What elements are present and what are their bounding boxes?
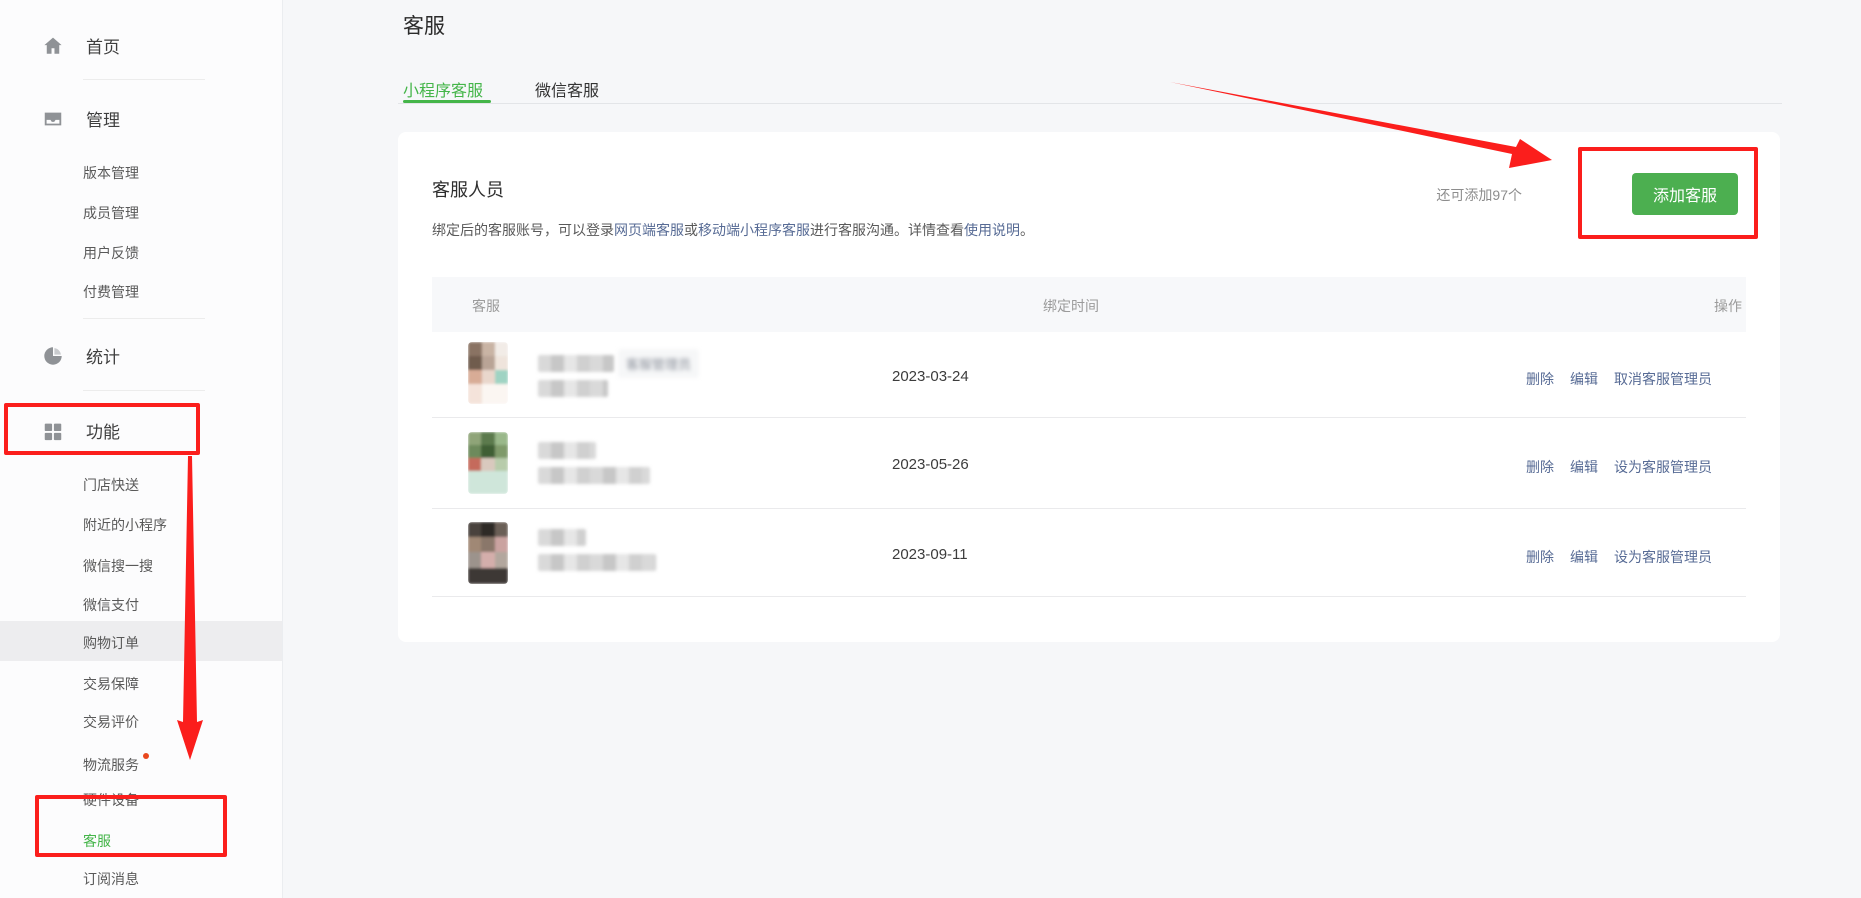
sidebar-section-stats[interactable]: 统计 [42,343,120,368]
bind-time-cell: 2023-05-26 [892,456,969,473]
desc-text: 进行客服沟通。详情查看 [810,222,964,238]
customer-service-panel: 客服人员 绑定后的客服账号，可以登录网页端客服或移动端小程序客服进行客服沟通。详… [398,132,1780,642]
sidebar-item-logistics-service[interactable]: 物流服务 [83,755,149,775]
sidebar-section-label: 管理 [86,106,120,131]
sidebar-section-manage[interactable]: 管理 [42,106,120,131]
panel-heading: 客服人员 [432,176,504,202]
avatar [468,432,508,494]
panel-description: 绑定后的客服账号，可以登录网页端客服或移动端小程序客服进行客服沟通。详情查看使用… [432,220,1034,240]
sidebar-item-user-feedback[interactable]: 用户反馈 [83,243,139,263]
mobile-service-link[interactable]: 移动端小程序客服 [698,222,810,238]
sidebar-item-wechat-search[interactable]: 微信搜一搜 [83,556,153,576]
blurred-wechat-id [538,380,608,397]
sidebar-divider [83,79,205,80]
row-actions: 删除 编辑 取消客服管理员 [1526,369,1712,389]
table-header-row: 客服 绑定时间 操作 [432,277,1746,332]
sidebar-item-transaction-guarantee[interactable]: 交易保障 [83,674,139,694]
pie-chart-icon [42,345,64,367]
avatar [468,522,508,584]
sidebar-item-shopping-orders[interactable]: 购物订单 [83,633,139,653]
bind-time-cell: 2023-03-24 [892,368,969,385]
new-badge-dot-icon [143,753,149,759]
sidebar-item-subscribe-message[interactable]: 订阅消息 [83,869,139,889]
blurred-name [538,529,586,546]
table-row: 客服管理员 2023-03-24 删除 编辑 取消客服管理员 [432,332,1746,418]
row-actions: 删除 编辑 设为客服管理员 [1526,457,1712,477]
sidebar-item-customer-service[interactable]: 客服 [83,831,111,851]
blurred-name [538,442,596,459]
desc-text: 或 [684,222,698,238]
tabbar-border [398,103,1782,104]
set-admin-link[interactable]: 设为客服管理员 [1614,547,1712,567]
sidebar-divider [83,390,205,391]
active-tab-underline [403,100,491,103]
blurred-wechat-id [538,554,656,571]
row-actions: 删除 编辑 设为客服管理员 [1526,547,1712,567]
bind-time-cell: 2023-09-11 [892,546,968,563]
tab-wechat-service[interactable]: 微信客服 [535,77,599,101]
sidebar-item-transaction-review[interactable]: 交易评价 [83,712,139,732]
column-header-service: 客服 [472,296,500,316]
tab-miniprogram-service[interactable]: 小程序客服 [403,77,483,101]
sidebar-section-features[interactable]: 功能 [42,418,120,443]
desc-text: 绑定后的客服账号，可以登录 [432,222,614,238]
usage-guide-link[interactable]: 使用说明 [964,222,1020,238]
desc-text: 。 [1020,222,1034,238]
service-staff-table: 客服 绑定时间 操作 客服管理员 2023-03-24 [432,277,1746,597]
sidebar-highlight-band [0,621,282,661]
sidebar-divider [83,318,205,319]
add-service-button[interactable]: 添加客服 [1632,173,1738,215]
column-header-actions: 操作 [1714,296,1742,316]
sidebar: 首页 管理 版本管理 成员管理 用户反馈 付费管理 统计 功能 门店 [0,0,283,898]
column-header-bind-time: 绑定时间 [1043,296,1099,316]
sidebar-item-member-mgmt[interactable]: 成员管理 [83,203,139,223]
sidebar-item-store-delivery[interactable]: 门店快送 [83,475,139,495]
home-icon [42,35,64,57]
sidebar-item-version-mgmt[interactable]: 版本管理 [83,163,139,183]
page-title: 客服 [403,10,445,40]
sidebar-item-label: 物流服务 [83,757,139,773]
avatar [468,342,508,404]
blurred-wechat-id [538,467,650,484]
grid-icon [42,420,64,442]
blurred-name [538,355,614,372]
cancel-admin-link[interactable]: 取消客服管理员 [1614,369,1712,389]
table-row: 2023-05-26 删除 编辑 设为客服管理员 [432,418,1746,509]
delete-link[interactable]: 删除 [1526,369,1554,389]
sidebar-item-payment-mgmt[interactable]: 付费管理 [83,282,139,302]
inbox-icon [42,108,64,130]
delete-link[interactable]: 删除 [1526,547,1554,567]
edit-link[interactable]: 编辑 [1570,369,1598,389]
edit-link[interactable]: 编辑 [1570,547,1598,567]
delete-link[interactable]: 删除 [1526,457,1554,477]
sidebar-item-hardware-device[interactable]: 硬件设备 [83,790,139,810]
set-admin-link[interactable]: 设为客服管理员 [1614,457,1712,477]
sidebar-item-nearby-miniprogram[interactable]: 附近的小程序 [83,515,167,535]
edit-link[interactable]: 编辑 [1570,457,1598,477]
quota-remaining-text: 还可添加97个 [1436,185,1522,205]
sidebar-item-home[interactable]: 首页 [42,33,120,58]
sidebar-section-label: 统计 [86,343,120,368]
sidebar-item-label: 首页 [86,33,120,58]
web-service-link[interactable]: 网页端客服 [614,222,684,238]
admin-badge: 客服管理员 [618,349,699,378]
sidebar-section-label: 功能 [86,418,120,443]
table-row: 2023-09-11 删除 编辑 设为客服管理员 [432,509,1746,597]
sidebar-item-wechat-pay[interactable]: 微信支付 [83,595,139,615]
